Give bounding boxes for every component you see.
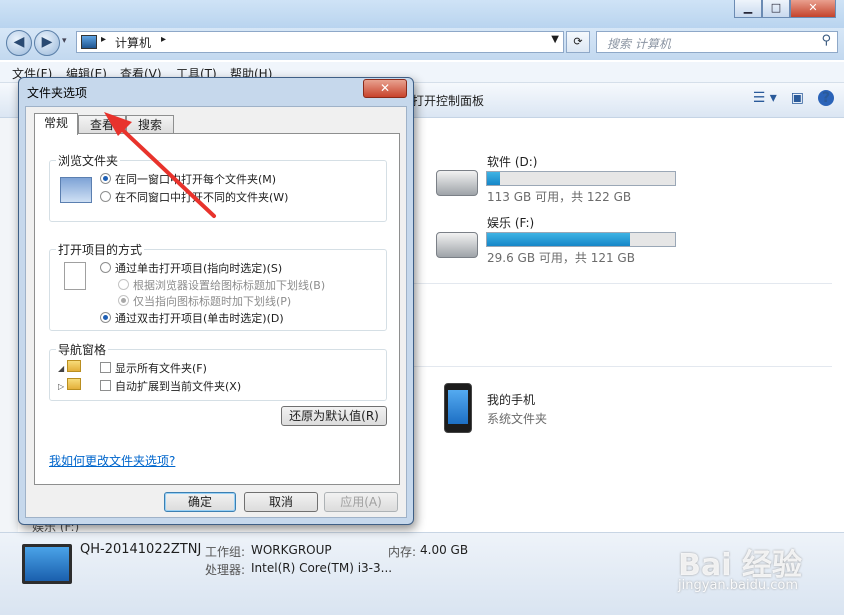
option-underline-browser: 根据浏览器设置给图标标题加下划线(B) (118, 277, 325, 293)
radio-single-click[interactable] (100, 262, 111, 273)
drive-f-info: 29.6 GB 可用，共 121 GB (487, 251, 635, 265)
cpu-value: Intel(R) Core(TM) i3-3... (251, 561, 393, 575)
breadcrumb-chevron-icon[interactable]: ▸ (161, 34, 166, 45)
drive-d-name[interactable]: 软件 (D:) (487, 153, 537, 170)
radio-new-window[interactable] (100, 191, 111, 202)
restore-defaults-button[interactable]: 还原为默认值(R) (281, 406, 387, 426)
option-auto-expand[interactable]: 自动扩展到当前文件夹(X) (100, 378, 241, 394)
cpu-label: 处理器: (205, 563, 246, 577)
drive-f-icon[interactable] (436, 232, 478, 258)
phone-name[interactable]: 我的手机 (487, 391, 535, 408)
browse-folders-group: 浏览文件夹 在同一窗口中打开每个文件夹(M) 在不同窗口中打开不同的文件夹(W) (49, 152, 387, 222)
folder-options-dialog: 文件夹选项 ✕ 常规 查看 搜索 浏览文件夹 在同一窗口中打开每个文件夹(M) … (18, 77, 414, 525)
help-icon[interactable]: ? (818, 90, 834, 106)
open-control-panel-button[interactable]: 打开控制面板 (412, 92, 484, 109)
window-controls: ▁ □ ✕ (734, 0, 836, 18)
drive-d-usage-bar (486, 171, 676, 186)
watermark-url: jingyan.baidu.com (678, 578, 798, 593)
radio-double-click[interactable] (100, 312, 111, 323)
preview-pane-icon[interactable]: ▣ (791, 90, 804, 106)
tree-collapsed-icon: ▷ (58, 378, 85, 391)
section-divider (412, 283, 832, 284)
computer-icon (81, 35, 97, 49)
tree-expanded-icon: ◢ (58, 360, 85, 373)
phone-type: 系统文件夹 (487, 412, 548, 426)
refresh-button[interactable]: ⟳ (566, 31, 590, 53)
change-view-icon[interactable]: ☰ ▾ (753, 90, 777, 106)
tab-view[interactable]: 查看 (78, 115, 126, 134)
tab-search[interactable]: 搜索 (126, 115, 174, 134)
window-titlebar (0, 0, 844, 28)
navigation-pane-title: 导航窗格 (56, 341, 109, 358)
cancel-button[interactable]: 取消 (244, 492, 318, 512)
radio-same-window[interactable] (100, 173, 111, 184)
dialog-title: 文件夹选项 (27, 86, 88, 100)
radio-underline-point (118, 295, 129, 306)
search-placeholder: 搜索 计算机 (607, 37, 671, 51)
section-divider (412, 366, 832, 367)
tab-general[interactable]: 常规 (34, 113, 78, 135)
breadcrumb-computer[interactable]: 计算机 (115, 34, 151, 51)
workgroup-label: 工作组: (205, 545, 246, 559)
option-double-click[interactable]: 通过双击打开项目(单击时选定)(D) (100, 310, 284, 326)
search-icon[interactable]: ⚲ (821, 33, 831, 48)
checkbox-auto-expand[interactable] (100, 380, 111, 391)
drive-f-name[interactable]: 娱乐 (F:) (487, 214, 534, 231)
address-bar[interactable]: ▸ 计算机 ▸ ▼ (76, 31, 564, 53)
dialog-close-button[interactable]: ✕ (363, 79, 407, 98)
option-new-window[interactable]: 在不同窗口中打开不同的文件夹(W) (100, 189, 288, 205)
ok-button[interactable]: 确定 (164, 492, 236, 512)
computer-name: QH-20141022ZTNJ (80, 542, 202, 557)
click-items-group: 打开项目的方式 通过单击打开项目(指向时选定)(S) 根据浏览器设置给图标标题加… (49, 241, 387, 331)
drive-d-usage-fill (487, 172, 501, 185)
drive-d-info: 113 GB 可用，共 122 GB (487, 190, 632, 204)
window-close-button[interactable]: ✕ (790, 0, 836, 18)
memory-label: 内存: (388, 545, 417, 559)
minimize-button[interactable]: ▁ (734, 0, 762, 18)
recent-pages-chevron-icon[interactable]: ▾ (62, 36, 67, 46)
drive-d-icon[interactable] (436, 170, 478, 196)
option-show-all-folders[interactable]: 显示所有文件夹(F) (100, 360, 207, 376)
click-items-illustration-icon (64, 262, 86, 290)
search-box[interactable]: 搜索 计算机 ⚲ (596, 31, 838, 53)
navigation-pane (0, 118, 18, 532)
dialog-body: 常规 查看 搜索 浏览文件夹 在同一窗口中打开每个文件夹(M) 在不同窗口中打开… (25, 106, 407, 518)
computer-large-icon (22, 544, 72, 584)
radio-underline-browser (118, 279, 129, 290)
general-tab-panel: 浏览文件夹 在同一窗口中打开每个文件夹(M) 在不同窗口中打开不同的文件夹(W)… (34, 133, 400, 485)
browse-folders-illustration-icon (60, 177, 92, 203)
checkbox-show-all-folders[interactable] (100, 362, 111, 373)
drive-f-usage-fill (487, 233, 630, 246)
workgroup-value: WORKGROUP (251, 543, 332, 557)
maximize-button[interactable]: □ (762, 0, 790, 18)
browse-folders-title: 浏览文件夹 (56, 152, 121, 169)
apply-button: 应用(A) (324, 492, 398, 512)
drive-f-usage-bar (486, 232, 676, 247)
address-dropdown-icon[interactable]: ▼ (551, 34, 559, 45)
back-button[interactable]: ◀ (6, 30, 32, 56)
folder-options-help-link[interactable]: 我如何更改文件夹选项? (49, 452, 175, 469)
memory-value: 4.00 GB (420, 543, 469, 557)
phone-icon[interactable] (444, 383, 472, 433)
option-single-click[interactable]: 通过单击打开项目(指向时选定)(S) (100, 260, 282, 276)
view-controls: ☰ ▾ ▣ ? (753, 90, 834, 106)
navigation-pane-group: 导航窗格 ◢ ▷ 显示所有文件夹(F) 自动扩展到当前文件夹(X) (49, 341, 387, 401)
option-same-window[interactable]: 在同一窗口中打开每个文件夹(M) (100, 171, 276, 187)
option-underline-point: 仅当指向图标标题时加下划线(P) (118, 293, 291, 309)
forward-button[interactable]: ▶ (34, 30, 60, 56)
breadcrumb-separator-icon: ▸ (101, 34, 107, 45)
click-items-title: 打开项目的方式 (56, 241, 145, 258)
